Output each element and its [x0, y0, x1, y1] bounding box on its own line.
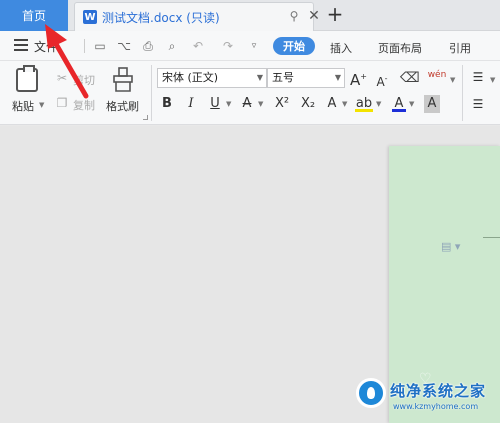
paste-icon[interactable]: [16, 65, 38, 92]
bold-button[interactable]: B: [160, 95, 174, 113]
menu-icon[interactable]: [14, 39, 28, 51]
brush-icon[interactable]: [112, 67, 134, 93]
divider: [462, 65, 463, 121]
chevron-down-icon[interactable]: ▼: [258, 100, 263, 108]
tab-insert[interactable]: 插入: [330, 40, 352, 56]
font-size-select[interactable]: 五号 ▼: [267, 68, 345, 88]
font-size-value: 五号: [272, 71, 294, 84]
tab-document[interactable]: W 测试文档.docx (只读) ⚲ ✕: [74, 2, 320, 31]
watermark-title: 纯净系统之家: [390, 382, 487, 400]
eraser-icon[interactable]: ⌫: [400, 69, 420, 87]
document-tools-icon[interactable]: ▤ ▾: [441, 240, 460, 253]
page-margin-mark: [483, 237, 500, 238]
watermark-logo-icon: [356, 378, 386, 408]
superscript-button[interactable]: X²: [272, 95, 292, 113]
format-painter-button[interactable]: 格式刷: [106, 98, 139, 114]
format-paint-icon[interactable]: ⌥: [116, 38, 132, 54]
underline-button[interactable]: U: [208, 95, 222, 113]
grow-font-label: A: [350, 71, 361, 89]
chevron-down-icon[interactable]: ▼: [342, 100, 347, 108]
highlight-button[interactable]: ab: [355, 95, 373, 112]
chevron-down-icon[interactable]: ▼: [450, 76, 455, 84]
phonetic-guide-button[interactable]: wén: [426, 66, 448, 84]
strikethrough-button[interactable]: A: [240, 95, 254, 113]
grow-font-button[interactable]: A+: [350, 68, 367, 89]
watermark: 纯净系统之家 www.kzmyhome.com: [356, 378, 496, 418]
close-icon[interactable]: ✕: [307, 8, 321, 24]
tab-references[interactable]: 引用: [449, 40, 471, 56]
copy-icon[interactable]: ❐: [55, 96, 69, 110]
chevron-down-icon[interactable]: ▼: [226, 100, 231, 108]
tab-start[interactable]: 开始: [273, 37, 315, 55]
font-family-select[interactable]: 宋体 (正文) ▼: [157, 68, 267, 88]
cut-button[interactable]: 剪切: [73, 72, 95, 88]
tab-home-label: 首页: [21, 9, 46, 23]
preview-icon[interactable]: ⌕: [164, 38, 180, 54]
clipboard-dialog-launcher[interactable]: [143, 115, 148, 120]
quick-access-more-icon[interactable]: ▿: [246, 38, 262, 54]
word-doc-icon: W: [83, 10, 97, 24]
italic-button[interactable]: I: [184, 95, 198, 113]
chevron-down-icon: ▼: [334, 73, 341, 82]
print-icon[interactable]: ⎙: [140, 38, 156, 54]
pin-icon[interactable]: ⚲: [287, 9, 301, 23]
divider: [84, 39, 85, 53]
text-effect-button[interactable]: A: [325, 95, 339, 113]
watermark-url: www.kzmyhome.com: [393, 402, 479, 411]
shrink-font-button[interactable]: A-: [374, 70, 390, 89]
divider: [151, 65, 152, 121]
font-color-button[interactable]: A: [392, 95, 406, 112]
tab-page-layout[interactable]: 页面布局: [378, 40, 422, 56]
chevron-down-icon[interactable]: ▼: [409, 100, 414, 108]
align-left-icon[interactable]: ☰: [470, 95, 486, 113]
bullet-list-icon[interactable]: ☰: [470, 68, 486, 86]
subscript-button[interactable]: X₂: [298, 95, 318, 113]
chevron-down-icon: ▼: [256, 73, 263, 82]
character-shading-button[interactable]: A: [424, 95, 440, 113]
chevron-down-icon[interactable]: ▼: [376, 100, 381, 108]
scissors-icon[interactable]: ✂: [55, 71, 69, 85]
copy-button[interactable]: 复制: [73, 97, 95, 113]
paste-button[interactable]: 粘贴: [12, 98, 34, 114]
shrink-font-label: A: [376, 75, 385, 89]
font-family-value: 宋体 (正文): [162, 71, 219, 84]
redo-icon[interactable]: ↷: [220, 38, 236, 54]
new-tab-icon[interactable]: +: [326, 4, 344, 24]
save-icon[interactable]: ▭: [92, 38, 108, 54]
undo-icon[interactable]: ↶: [190, 38, 206, 54]
tab-bar: 首页 W 测试文档.docx (只读) ⚲ ✕ +: [0, 0, 500, 31]
chevron-down-icon[interactable]: ▼: [490, 76, 495, 84]
chevron-down-icon[interactable]: ▼: [39, 101, 44, 109]
file-menu[interactable]: 文件: [34, 38, 58, 55]
ribbon: 粘贴 ▼ ✂ 剪切 ❐ 复制 格式刷 宋体 (正文) ▼ 五号 ▼ A+ A- …: [0, 61, 500, 125]
document-title: 测试文档.docx (只读): [102, 10, 220, 25]
menu-row: 文件 ▭ ⌥ ⎙ ⌕ ↶ ↷ ▿ 开始 插入 页面布局 引用: [0, 31, 500, 61]
tab-home[interactable]: 首页: [0, 0, 68, 31]
